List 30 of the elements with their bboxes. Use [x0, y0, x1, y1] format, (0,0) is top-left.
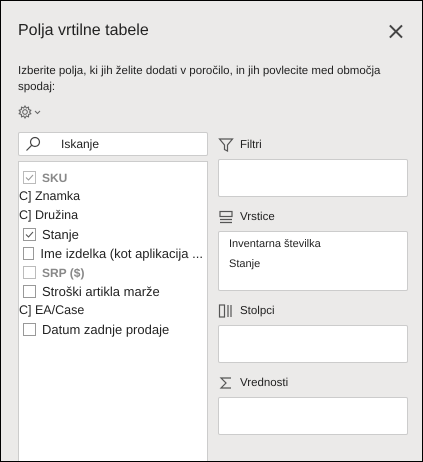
filter-icon — [218, 137, 234, 153]
area-item[interactable]: Inventarna številka — [229, 238, 397, 258]
area-label: Filtri — [240, 139, 262, 151]
checkbox[interactable] — [23, 228, 36, 241]
drop-area[interactable] — [218, 159, 408, 197]
field-item[interactable]: Datum zadnje prodaje — [23, 320, 203, 339]
field-item[interactable]: C] Družina — [19, 206, 203, 225]
field-item[interactable]: C] EA/Case — [19, 301, 203, 320]
field-item[interactable]: Stroški artikla marže — [23, 282, 203, 301]
checkbox[interactable] — [23, 323, 36, 336]
instructions-text: Izberite polja, ki jih želite dodati v poročilo, in jih povlecite med območja spodaj: — [18, 64, 382, 95]
close-button[interactable]: × — [384, 19, 408, 43]
checkbox[interactable] — [23, 247, 34, 260]
area-item[interactable]: Stanje — [229, 258, 397, 278]
columns-icon — [218, 303, 234, 319]
search-field[interactable]: Iskanje — [18, 132, 208, 156]
field-item[interactable]: Stanje — [23, 225, 203, 244]
drop-area[interactable] — [218, 397, 408, 435]
drop-area[interactable] — [218, 325, 408, 363]
area-label: Vrednosti — [240, 377, 288, 389]
search-icon — [25, 136, 41, 152]
area-label: Stolpci — [240, 305, 275, 317]
field-item[interactable]: Ime izdelka (kot aplikacija ... — [23, 244, 203, 263]
area-label: Vrstice — [240, 211, 275, 223]
field-item[interactable]: C] Znamka — [19, 187, 203, 206]
sum-icon — [218, 375, 234, 391]
checkbox[interactable] — [23, 285, 36, 298]
rows-icon — [218, 209, 234, 225]
drop-area[interactable]: Inventarna številka Stanje — [218, 231, 408, 291]
pane-title: Polja vrtilne tabele — [18, 22, 149, 40]
